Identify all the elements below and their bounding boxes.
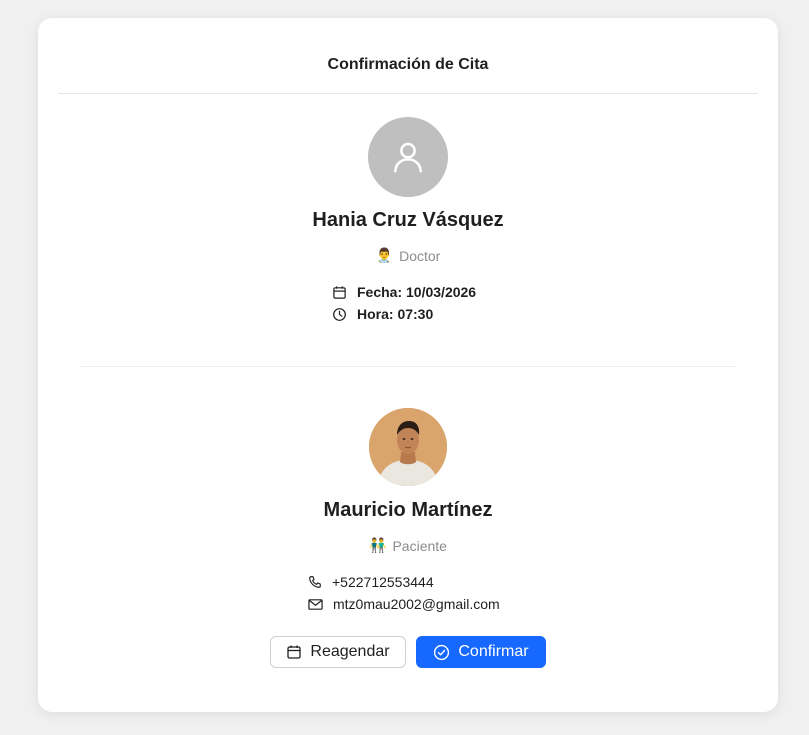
patient-role-emoji: 👬 <box>369 537 387 553</box>
patient-avatar <box>369 408 447 486</box>
card-title: Confirmación de Cita <box>327 56 489 73</box>
patient-phone-text: +522712553444 <box>332 574 434 590</box>
section-divider <box>81 366 735 367</box>
title-divider <box>58 93 758 94</box>
phone-icon <box>309 576 321 588</box>
patient-email: mtz0mau2002@gmail.com <box>308 596 500 612</box>
doctor-name: Hania Cruz Vásquez <box>312 209 504 231</box>
patient-role: 👬 Paciente <box>38 537 778 554</box>
confirm-button[interactable]: Confirmar <box>416 636 546 668</box>
confirm-button-label: Confirmar <box>458 643 529 660</box>
clock-icon <box>333 307 346 321</box>
appointment-confirmation-card: Confirmación de Cita Hania Cruz Vásquez … <box>38 18 778 712</box>
appointment-time-text: Hora: 07:30 <box>357 306 434 322</box>
patient-phone: +522712553444 <box>308 574 434 590</box>
doctor-role-label: Doctor <box>399 247 441 264</box>
doctor-role-emoji: 👨‍⚕️ <box>375 247 394 263</box>
patient-role-label: Paciente <box>392 537 447 554</box>
patient-name: Mauricio Martínez <box>323 499 493 521</box>
patient-email-text: mtz0mau2002@gmail.com <box>333 596 500 612</box>
doctor-avatar <box>368 117 448 197</box>
appointment-date: Fecha: 10/03/2026 <box>332 284 476 300</box>
reschedule-button-label: Reagendar <box>310 643 390 660</box>
calendar-icon <box>333 285 346 299</box>
appointment-time: Hora: 07:30 <box>332 306 433 322</box>
patient-photo <box>369 408 447 486</box>
mail-icon <box>308 598 323 610</box>
appointment-date-text: Fecha: 10/03/2026 <box>357 284 477 300</box>
doctor-role: 👨‍⚕️ Doctor <box>38 247 778 264</box>
user-icon <box>394 142 422 173</box>
calendar-icon <box>287 645 302 659</box>
reschedule-button[interactable]: Reagendar <box>270 636 406 668</box>
check-circle-icon <box>434 644 450 660</box>
